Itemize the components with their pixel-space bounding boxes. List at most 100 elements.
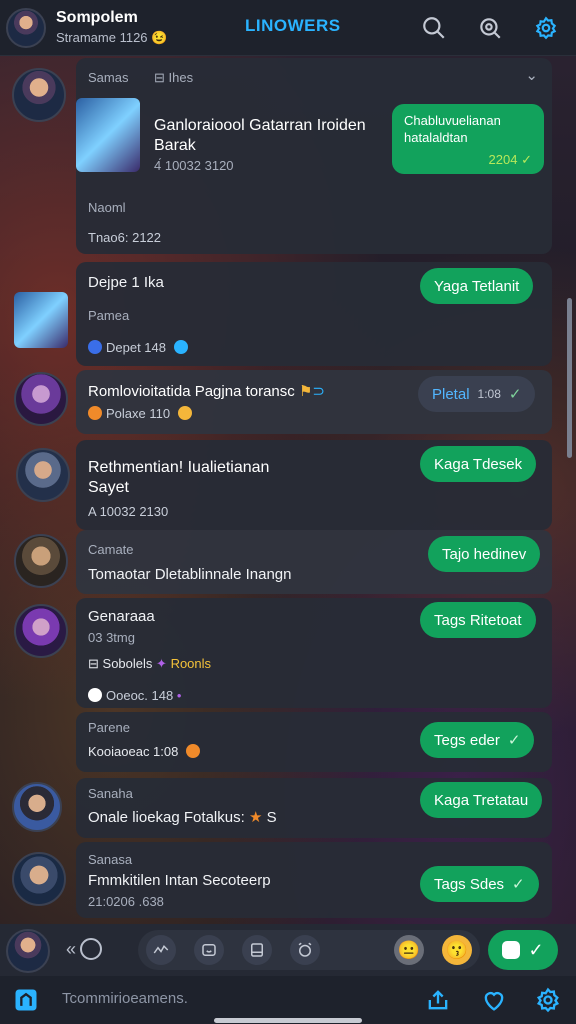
action-label: Tags Sdes	[434, 875, 505, 893]
profile-subtitle: Stramame 1126 😉	[56, 30, 226, 46]
upload-icon[interactable]	[424, 986, 452, 1014]
message-title-tail: S	[266, 809, 277, 826]
alarm-icon[interactable]	[290, 935, 320, 965]
action-button[interactable]: Tags Ritetoat	[420, 602, 536, 638]
sender-sub: Pamea	[88, 308, 130, 323]
list-item[interactable]: Camate Tomaotar Dletablinnale Inangn Taj…	[0, 530, 576, 594]
sticker-send-icon	[502, 941, 521, 959]
message-title: Onale lioekag Fotalkus: ★ S	[88, 808, 277, 826]
action-button[interactable]: Tags Sdes ✓	[420, 866, 539, 902]
message-meta-text: Ooeoc. 148	[106, 688, 174, 703]
message-meta: Polaxe 110	[88, 406, 196, 421]
avatar[interactable]	[14, 534, 68, 588]
action-label: Tajo hedinev	[442, 545, 527, 563]
info-icon	[88, 340, 102, 354]
action-button[interactable]: Tajo hedinev	[428, 536, 541, 572]
check-icon: ✓	[521, 152, 532, 167]
bottom-nav-label[interactable]: Tcommirioeamens.	[62, 990, 188, 1007]
message-title-text: Romlovioitatida Pagjna toransc	[88, 383, 295, 400]
reply-time: 2204 ✓	[404, 152, 532, 168]
check-icon: ✓	[512, 876, 525, 893]
message-meta-text: Kooiaoeac 1:08	[88, 744, 179, 759]
neutral-emoji-icon[interactable]: 😐	[394, 935, 424, 965]
composer-bar: « 😐 😗 ✓	[0, 924, 576, 976]
check-icon: ✓	[507, 732, 521, 749]
check-icon: ✓	[508, 386, 522, 403]
image-icon: ⊟	[154, 70, 165, 85]
action-button[interactable]: Kaga Tdesek	[420, 446, 537, 482]
sub-time: Tnao6: 2122	[88, 230, 162, 245]
message-tag: Roonls	[170, 656, 212, 671]
list-icon: ⊟	[88, 656, 99, 671]
smile-icon	[177, 406, 192, 420]
message-meta: Ooeoc. 148 •	[88, 688, 181, 703]
message-title: Ganloraioool Gatarran Iroiden Barak	[154, 117, 366, 154]
thumbnail-image[interactable]	[76, 98, 140, 172]
list-item[interactable]: Sanasa Fmmkitilen Intan Secoteerp 21:020…	[0, 842, 576, 918]
avatar[interactable]	[12, 852, 66, 906]
search-icon[interactable]	[418, 12, 450, 44]
star-icon: ★	[248, 809, 263, 826]
list-item[interactable]: Sanaha Onale lioekag Fotalkus: ★ S Kaga …	[0, 778, 576, 838]
avatar[interactable]	[14, 604, 68, 658]
action-button[interactable]: Pletal 1:08 ✓	[418, 376, 536, 412]
sender-name: Dejpe 1 Ika	[88, 274, 164, 291]
message-meta: 4́ 10032 3120	[154, 158, 234, 173]
sticker-icon[interactable]	[194, 935, 224, 965]
message-title: Tomaotar Dletablinnale Inangn	[88, 566, 292, 583]
scrollbar[interactable]	[567, 298, 572, 458]
reply-text: Chabluvuelianan hatalaldtan	[404, 113, 501, 145]
list-item[interactable]: Samas ⊟ Ihes ⌄ Ganloraioool Gatarran Iro…	[0, 56, 576, 256]
tab-label-text: Ihes	[168, 70, 194, 85]
profile-info[interactable]: Sompolem Stramame 1126 😉	[56, 9, 226, 46]
tab-label[interactable]: ⊟ Ihes	[154, 70, 193, 86]
avatar[interactable]	[12, 782, 62, 832]
action-button[interactable]: Kaga Tretatau	[420, 782, 543, 818]
fire-icon	[88, 406, 102, 420]
avatar[interactable]	[14, 372, 68, 426]
composer-tools: 😐 😗	[138, 930, 480, 970]
list-item[interactable]: Romlovioitatida Pagjna toransc ⚑⊃ Polaxe…	[0, 370, 576, 434]
settings-gear-icon[interactable]	[530, 12, 562, 44]
home-indicator	[214, 1018, 362, 1023]
list-item[interactable]: Genaraaa 03 3tmg ⊟ Sobolels ✦ Roonls Ooe…	[0, 598, 576, 708]
chevron-down-icon[interactable]: ⌄	[525, 66, 538, 84]
chat-list[interactable]: Samas ⊟ Ihes ⌄ Ganloraioool Gatarran Iro…	[0, 56, 576, 924]
gear-icon[interactable]	[534, 986, 562, 1014]
scribble-icon[interactable]	[146, 935, 176, 965]
action-label: Kaga Tretatau	[434, 791, 529, 809]
circle-icon[interactable]	[80, 938, 103, 960]
bottom-nav: Tcommirioeamens.	[0, 976, 576, 1024]
message-title: Rethmentian! Iualietianan Sayet	[88, 459, 270, 496]
list-item[interactable]: Parene Kooiaoeac 1:08 Tegs eder ✓	[0, 712, 576, 772]
action-label: Kaga Tdesek	[434, 455, 523, 473]
book-icon[interactable]	[242, 935, 272, 965]
action-button[interactable]: Yaga Tetlanit	[420, 268, 534, 304]
message-meta: Depet 148	[88, 340, 192, 355]
avatar[interactable]	[14, 292, 68, 348]
list-item[interactable]: Rethmentian! Iualietianan Sayet A 10032 …	[0, 440, 576, 530]
kiss-emoji-icon[interactable]: 😗	[442, 935, 472, 965]
sender-label: Samas	[88, 70, 129, 85]
camera-search-icon[interactable]	[474, 12, 506, 44]
sender-sub: Sanaha	[88, 786, 133, 801]
profile-avatar[interactable]	[6, 7, 46, 48]
message-meta-text: Depet 148	[106, 340, 166, 355]
avatar[interactable]	[12, 68, 66, 122]
action-button[interactable]: Tegs eder ✓	[420, 722, 535, 758]
action-time: 1:08	[477, 387, 501, 401]
composer-avatar[interactable]	[6, 929, 50, 973]
trophy-icon: ⚑	[298, 383, 313, 400]
composer-left: «	[66, 938, 103, 960]
action-label: Pletal	[432, 385, 470, 403]
sub-sender: Naoml	[88, 200, 126, 215]
heart-icon[interactable]	[480, 986, 508, 1014]
send-button[interactable]: ✓	[488, 930, 558, 970]
reply-bubble[interactable]: Chabluvuelianan hatalaldtan 2204 ✓	[392, 104, 544, 174]
message-title-text: Onale lioekag Fotalkus:	[88, 809, 245, 826]
home-icon[interactable]	[12, 986, 40, 1014]
message-line: ⊟ Sobolels ✦ Roonls	[88, 656, 211, 672]
back-glyph[interactable]: «	[66, 939, 76, 960]
list-item[interactable]: Dejpe 1 Ika Pamea Depet 148 Yaga Tetlani…	[0, 262, 576, 368]
avatar[interactable]	[16, 448, 70, 502]
